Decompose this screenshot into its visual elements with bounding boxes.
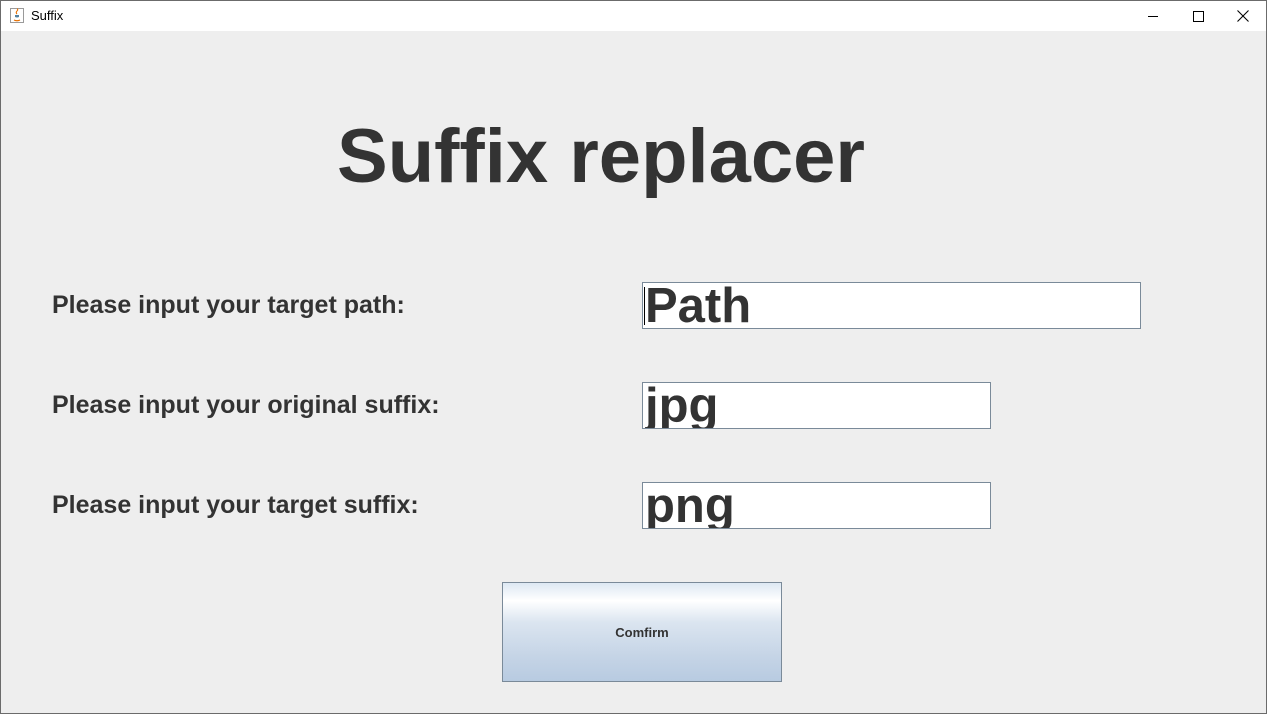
app-window: Suffix Suffix replacer Please input your… <box>0 0 1267 714</box>
title-bar[interactable]: Suffix <box>1 1 1266 31</box>
target-suffix-label: Please input your target suffix: <box>52 491 419 519</box>
minimize-button[interactable] <box>1130 1 1176 31</box>
close-icon <box>1237 10 1249 22</box>
original-suffix-field-container <box>642 382 991 429</box>
confirm-button[interactable]: Comfirm <box>502 582 782 682</box>
maximize-icon <box>1192 10 1204 22</box>
page-title: Suffix replacer <box>337 114 865 199</box>
target-path-field-container <box>642 282 1141 329</box>
java-icon <box>10 8 24 23</box>
maximize-button[interactable] <box>1175 1 1221 31</box>
window-title: Suffix <box>31 8 64 23</box>
target-path-label: Please input your target path: <box>52 291 405 319</box>
target-suffix-field-container <box>642 482 991 529</box>
original-suffix-label: Please input your original suffix: <box>52 391 440 419</box>
original-suffix-input[interactable] <box>643 383 990 428</box>
target-suffix-input[interactable] <box>643 483 990 528</box>
text-caret <box>644 287 645 325</box>
minimize-icon <box>1147 11 1159 22</box>
target-path-input[interactable] <box>643 283 1140 328</box>
close-button[interactable] <box>1220 1 1266 31</box>
